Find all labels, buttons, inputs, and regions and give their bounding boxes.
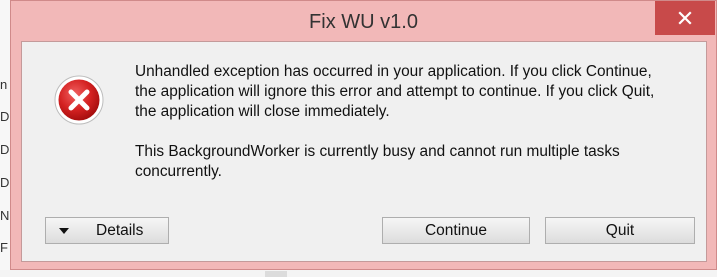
- continue-button[interactable]: Continue: [382, 217, 530, 244]
- app-window: n D D D N F Fix WU v1.0 Unhandled except…: [0, 0, 717, 277]
- details-label: Details: [96, 221, 144, 239]
- message-paragraph: Unhandled exception has occurred in your…: [135, 63, 655, 120]
- background-tab: [265, 271, 287, 277]
- quit-label: Quit: [605, 221, 635, 239]
- close-icon: [678, 11, 692, 25]
- message-paragraph: This BackgroundWorker is currently busy …: [135, 143, 620, 180]
- error-message: Unhandled exception has occurred in your…: [135, 62, 675, 202]
- background-letter: F: [0, 240, 8, 255]
- continue-label: Continue: [424, 221, 488, 239]
- background-letter: D: [0, 142, 10, 157]
- caret-down-icon: [58, 226, 72, 236]
- dialog-body: Unhandled exception has occurred in your…: [21, 41, 707, 262]
- close-button[interactable]: [655, 1, 715, 35]
- title-bar[interactable]: Fix WU v1.0: [11, 1, 716, 41]
- background-letter: N: [0, 208, 10, 223]
- background-window-strip: n D D D N F: [0, 0, 10, 277]
- background-letter: D: [0, 175, 10, 190]
- quit-button[interactable]: Quit: [545, 217, 695, 244]
- error-x-icon: [54, 75, 104, 125]
- background-letter: n: [0, 77, 8, 92]
- dialog-frame: Fix WU v1.0 Unhandled exception has occu…: [10, 0, 717, 270]
- window-title: Fix WU v1.0: [309, 11, 418, 33]
- details-button[interactable]: Details: [45, 217, 169, 244]
- background-window-bottom: [0, 270, 717, 277]
- background-letter: D: [0, 109, 10, 124]
